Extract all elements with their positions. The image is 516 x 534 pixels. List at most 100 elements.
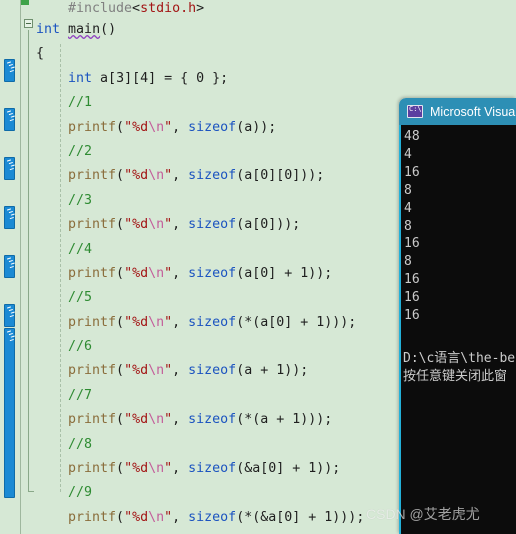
code-token: ] +	[284, 314, 317, 330]
change-marker[interactable]	[4, 304, 15, 327]
console-output-value: 48	[404, 129, 420, 144]
code-line: printf("%d\n", sizeof(*(a[0] + 1)));	[22, 311, 422, 335]
code-token: (a[	[236, 265, 261, 281]
console-output-value: 4	[404, 146, 412, 162]
change-marker-gutter[interactable]	[0, 0, 20, 534]
screenshot-root: #include<stdio.h> int main(){int a[3][4] …	[0, 0, 516, 534]
code-token: \n	[148, 461, 165, 477]
code-token: )));	[332, 509, 365, 525]
code-line: #include<stdio.h>	[22, 0, 422, 18]
code-line: printf("%d\n", sizeof(a[0] + 1));	[22, 262, 422, 286]
code-token: printf	[68, 265, 117, 281]
code-token: int	[68, 70, 93, 86]
console-output-value: 16	[404, 236, 420, 252]
code-token: (a[	[236, 217, 261, 233]
code-token: "%d	[124, 119, 149, 135]
code-token: ] +	[276, 461, 309, 477]
code-token: a[	[92, 70, 117, 86]
code-line: //2	[22, 140, 422, 164]
code-line: //3	[22, 189, 422, 213]
code-line: printf("%d\n", sizeof(*(&a[0] + 1)));	[22, 506, 422, 530]
code-token: sizeof	[188, 461, 237, 477]
code-token: printf	[68, 168, 117, 184]
code-line: printf("%d\n", sizeof(a));	[22, 116, 422, 140]
code-token: //8	[68, 436, 93, 452]
code-token: "	[164, 168, 173, 184]
console-output-value: 16	[404, 164, 420, 180]
code-token: sizeof	[188, 412, 237, 428]
code-token: ,	[172, 265, 189, 281]
code-line: //8	[22, 433, 422, 457]
code-token: ()	[100, 22, 117, 37]
console-output-area[interactable]: 48 4 16 8 4 8 16 8 16 16 16 D:\c语言\the-be 按任意键关闭此窗	[399, 125, 516, 534]
code-line: printf("%d\n", sizeof(a + 1));	[22, 359, 422, 383]
change-marker[interactable]	[4, 157, 15, 180]
code-token: "	[164, 461, 173, 477]
source-code-text[interactable]: #include<stdio.h> int main(){int a[3][4] …	[22, 0, 422, 534]
change-marker[interactable]	[4, 59, 15, 82]
code-token: "	[164, 119, 173, 135]
code-token: ] +	[292, 509, 325, 525]
code-token: (	[116, 314, 125, 330]
change-marker[interactable]	[4, 255, 15, 278]
code-token: "	[164, 314, 173, 330]
code-token: (	[116, 363, 125, 379]
change-marker[interactable]	[4, 206, 15, 229]
console-window[interactable]: Microsoft Visual 48416848168161616 D:\c语…	[399, 98, 516, 534]
console-title-text: Microsoft Visual	[430, 104, 516, 119]
change-marker[interactable]	[4, 328, 15, 498]
code-token: "	[164, 412, 173, 428]
code-line: {	[22, 42, 422, 66]
code-token: ,	[172, 412, 189, 428]
code-token: \n	[148, 168, 165, 184]
code-token: printf	[68, 461, 117, 477]
console-output-value: 8	[404, 218, 412, 234]
code-token: ]));	[292, 168, 325, 184]
watermark: CSDN @艾老虎尤	[366, 506, 480, 522]
code-token: ,	[172, 314, 189, 330]
code-token: ));	[284, 363, 309, 379]
console-titlebar[interactable]: Microsoft Visual	[399, 98, 516, 125]
code-token: \n	[148, 363, 165, 379]
console-prompt-line: 按任意键关闭此窗	[403, 369, 508, 384]
code-line: //1	[22, 91, 422, 115]
code-token: "	[164, 217, 173, 233]
code-line: //7	[22, 384, 422, 408]
code-token: (	[116, 119, 125, 135]
code-token: //4	[68, 241, 93, 257]
code-token: (a +	[236, 363, 277, 379]
code-token: ] +	[268, 265, 301, 281]
code-token: sizeof	[188, 168, 237, 184]
code-token: "	[164, 363, 173, 379]
change-marker[interactable]	[4, 108, 15, 131]
code-token: //7	[68, 387, 93, 403]
code-token: stdio.h	[140, 1, 197, 16]
code-token: "%d	[124, 314, 149, 330]
code-token: )));	[324, 314, 357, 330]
code-line: printf("%d\n", sizeof(&a[0] + 1));	[22, 457, 422, 481]
code-token: "%d	[124, 265, 149, 281]
console-output-value: 8	[404, 182, 412, 198]
code-line: //6	[22, 335, 422, 359]
code-token: printf	[68, 509, 117, 525]
console-path-line: D:\c语言\the-be	[403, 351, 516, 366]
code-token: };	[204, 70, 229, 86]
code-token: (	[116, 509, 125, 525]
code-token: (	[116, 217, 125, 233]
code-line: //4	[22, 238, 422, 262]
code-token: sizeof	[188, 363, 237, 379]
code-token: ));	[316, 461, 341, 477]
code-token: (	[116, 265, 125, 281]
code-token: ,	[172, 168, 189, 184]
code-token: \n	[148, 314, 165, 330]
code-token: (	[116, 412, 125, 428]
code-token: printf	[68, 363, 117, 379]
code-token: sizeof	[188, 217, 237, 233]
code-token: "%d	[124, 509, 149, 525]
code-token: ));	[308, 265, 333, 281]
code-token: {	[36, 46, 45, 62]
code-line: printf("%d\n", sizeof(a[0]));	[22, 213, 422, 237]
code-token: \n	[148, 217, 165, 233]
code-token: int	[36, 22, 61, 37]
